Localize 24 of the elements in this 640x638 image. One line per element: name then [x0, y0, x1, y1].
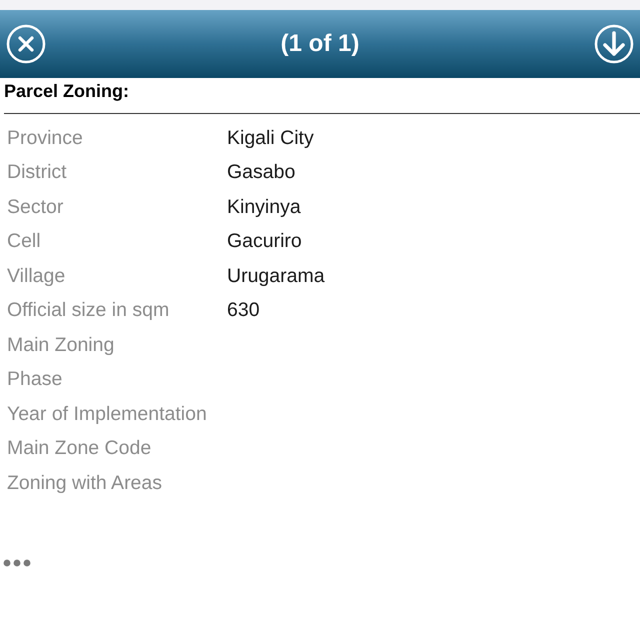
field-value: Gacuriro	[227, 229, 302, 254]
close-icon	[6, 24, 46, 64]
more-icon[interactable]	[3, 558, 31, 566]
field-value: Kinyinya	[227, 194, 301, 220]
download-icon	[594, 24, 634, 64]
field-label: District	[7, 160, 68, 186]
field-label: Official size in sqm	[7, 298, 170, 324]
field-value: 630	[227, 298, 260, 324]
field-value: Urugarama	[227, 264, 325, 289]
field-label: Sector	[7, 194, 64, 220]
field-value: Kigali City	[227, 126, 314, 151]
field-label: Main Zoning	[7, 332, 116, 358]
field-label: Main Zone Code	[7, 436, 152, 462]
download-button[interactable]	[594, 24, 634, 64]
field-label: Zoning with Areas	[7, 470, 164, 496]
header-title: (1 of 1)	[280, 32, 360, 56]
field-label: Year of Implementation	[7, 402, 208, 427]
close-button[interactable]	[6, 24, 46, 64]
field-label: Cell	[7, 229, 42, 254]
field-label: Province	[7, 126, 84, 151]
field-value: Gasabo	[227, 160, 296, 186]
section-title: Parcel Zoning:	[4, 81, 130, 101]
field-label: Village	[7, 264, 66, 289]
field-label: Phase	[7, 367, 64, 392]
